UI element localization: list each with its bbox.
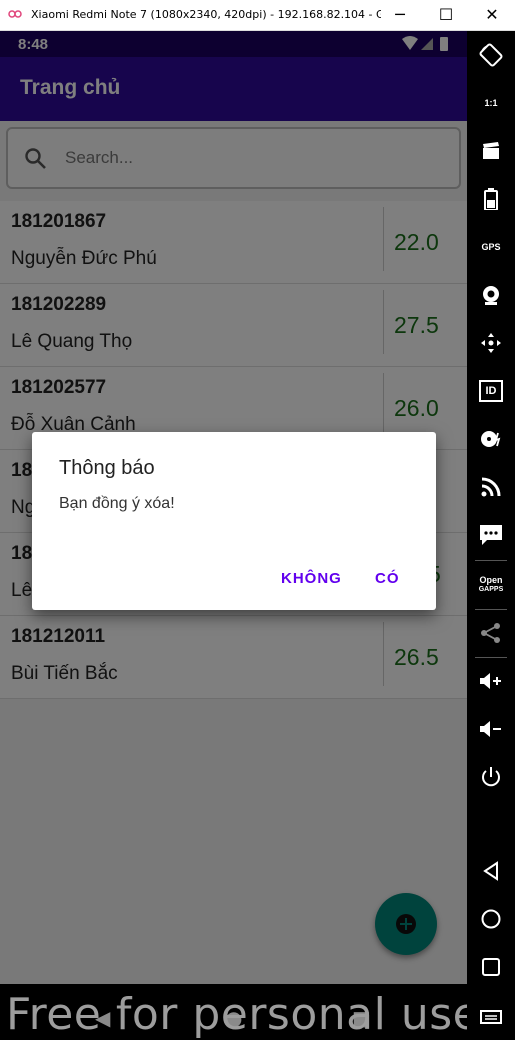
close-button[interactable]: ✕ xyxy=(478,3,506,27)
volume-up-icon[interactable] xyxy=(467,661,515,701)
open-gapps-label-2: GAPPS xyxy=(478,586,504,593)
screencast-icon[interactable] xyxy=(467,131,515,171)
dialog-title: Thông báo xyxy=(59,457,155,479)
network-icon[interactable] xyxy=(467,467,515,507)
home-icon[interactable] xyxy=(467,899,515,939)
battery-tool-icon[interactable] xyxy=(467,179,515,219)
window-title-bar: Xiaomi Redmi Note 7 (1080x2340, 420dpi) … xyxy=(0,0,515,31)
gps-icon[interactable]: GPS xyxy=(467,227,515,267)
genymotion-icon xyxy=(8,10,22,18)
dialog-message: Bạn đồng ý xóa! xyxy=(59,495,175,512)
toolbar-divider xyxy=(475,657,507,658)
minimize-button[interactable]: ─ xyxy=(386,3,414,27)
gps-label: GPS xyxy=(481,242,501,252)
emulator-toolbar: 1:1 GPS ID Open GAPPS xyxy=(467,31,515,1040)
toolbar-divider xyxy=(475,560,507,561)
phone-screen: 8:48 Trang chủ Search... 181201867 Nguyễ… xyxy=(0,31,467,1040)
disk-io-icon[interactable] xyxy=(467,419,515,459)
back-icon[interactable] xyxy=(467,851,515,891)
rotate-icon[interactable] xyxy=(467,35,515,75)
dpad-icon[interactable] xyxy=(467,323,515,363)
menu-icon[interactable] xyxy=(467,997,515,1037)
device-id-icon[interactable]: ID xyxy=(467,371,515,411)
maximize-button[interactable]: ☐ xyxy=(432,3,460,27)
camera-icon[interactable] xyxy=(467,275,515,315)
id-label: ID xyxy=(485,385,497,397)
no-button[interactable]: KHÔNG xyxy=(281,570,342,587)
power-icon[interactable] xyxy=(467,757,515,797)
pixel-perfect-icon[interactable]: 1:1 xyxy=(467,83,515,123)
confirm-delete-dialog: Thông báo Bạn đồng ý xóa! KHÔNG CÓ xyxy=(32,432,436,610)
volume-down-icon[interactable] xyxy=(467,709,515,749)
watermark-text: Free for personal use xyxy=(6,989,467,1040)
open-gapps-icon[interactable]: Open GAPPS xyxy=(467,565,515,605)
yes-button[interactable]: CÓ xyxy=(375,570,400,587)
window-title: Xiaomi Redmi Note 7 (1080x2340, 420dpi) … xyxy=(31,8,381,21)
toolbar-divider xyxy=(475,609,507,610)
recent-apps-icon[interactable] xyxy=(467,947,515,987)
ratio-label: 1:1 xyxy=(484,98,498,108)
open-gapps-label-1: Open xyxy=(479,575,503,585)
share-icon[interactable] xyxy=(467,613,515,653)
sms-icon[interactable] xyxy=(467,515,515,555)
